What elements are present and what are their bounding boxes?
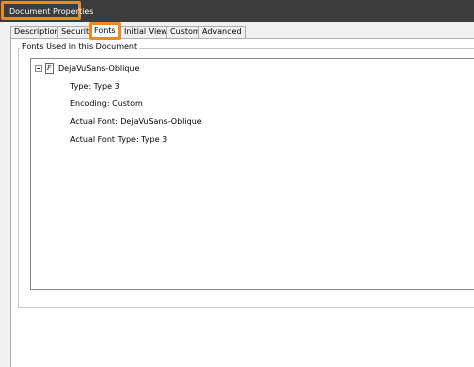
window-titlebar: Document Properties [0,0,474,22]
tab-description[interactable]: Description [10,26,64,38]
font-tree-node[interactable]: DejaVuSans-Oblique [58,64,139,73]
font-encoding-property: Encoding: Custom [70,99,143,108]
fonts-group-label: Fonts Used in this Document [20,42,140,51]
tab-fonts[interactable]: Fonts [89,22,121,40]
tab-initial-view[interactable]: Initial View [120,26,172,38]
title-highlight: Document Properties [1,1,93,20]
window-title: Document Properties [9,7,94,16]
actual-font-property: Actual Font: DejaVuSans-Oblique [70,117,202,126]
fonts-tree[interactable] [30,58,474,290]
font-type-property: Type: Type 3 [70,82,120,91]
font-file-icon: F [45,63,54,74]
actual-font-type-property: Actual Font Type: Type 3 [70,135,168,144]
tab-advanced[interactable]: Advanced [198,26,246,38]
collapse-toggle-icon[interactable] [35,65,42,72]
